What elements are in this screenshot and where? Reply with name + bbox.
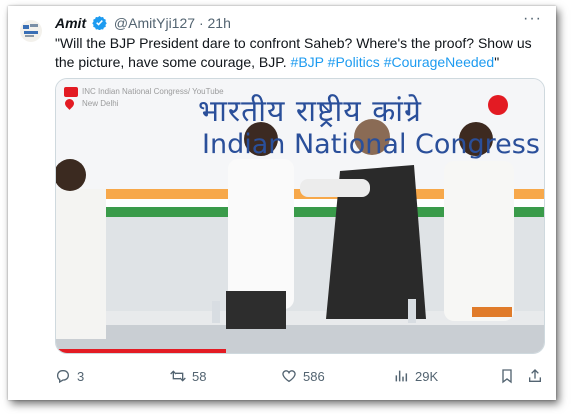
heart-icon bbox=[282, 370, 296, 383]
views-button[interactable]: 29K bbox=[393, 368, 438, 384]
views-count: 29K bbox=[415, 368, 439, 384]
hashtag-courageneeded[interactable]: #CourageNeeded bbox=[384, 54, 495, 70]
hashtag-politics[interactable]: #Politics bbox=[328, 54, 380, 70]
share-button[interactable] bbox=[527, 368, 543, 384]
retweet-count: 58 bbox=[192, 368, 207, 384]
like-button[interactable]: 586 bbox=[281, 368, 325, 384]
tweet-media-image[interactable]: INC Indian National Congress/ YouTube Ne… bbox=[55, 78, 545, 354]
hashtag-bjp[interactable]: #BJP bbox=[291, 54, 324, 70]
verified-badge-icon bbox=[92, 15, 107, 30]
tweet-card[interactable]: Amit @AmitYji127 · 21h ··· "Will the BJP… bbox=[8, 6, 556, 400]
tweet-header: Amit @AmitYji127 · 21h bbox=[55, 14, 231, 32]
youtube-icon bbox=[64, 87, 78, 97]
share-icon bbox=[529, 369, 541, 382]
reply-count: 3 bbox=[77, 368, 85, 384]
reply-button[interactable]: 3 bbox=[55, 368, 84, 384]
tweet-text: "Will the BJP President dare to confront… bbox=[55, 34, 545, 72]
bookmark-icon bbox=[502, 369, 512, 384]
author-handle[interactable]: @AmitYji127 bbox=[114, 15, 195, 31]
author-name[interactable]: Amit bbox=[55, 15, 86, 31]
banner-hindi-text: भारतीय राष्ट्रीय कांग्रे bbox=[198, 94, 422, 129]
avatar[interactable] bbox=[20, 20, 42, 42]
views-icon bbox=[395, 370, 408, 382]
like-count: 586 bbox=[303, 368, 325, 384]
bookmark-button[interactable] bbox=[499, 368, 515, 384]
timestamp[interactable]: 21h bbox=[208, 15, 231, 31]
retweet-icon bbox=[170, 370, 186, 382]
more-options-icon[interactable]: ··· bbox=[523, 10, 542, 28]
reply-icon bbox=[57, 370, 69, 384]
banner-english-text: Indian National Congress bbox=[202, 129, 540, 160]
separator-dot: · bbox=[198, 15, 204, 31]
video-location-watermark: New Delhi bbox=[82, 99, 119, 108]
tweet-actions-bar: 3 58 586 29K bbox=[55, 368, 545, 388]
retweet-button[interactable]: 58 bbox=[170, 368, 206, 384]
tweet-text-end: " bbox=[494, 54, 500, 70]
